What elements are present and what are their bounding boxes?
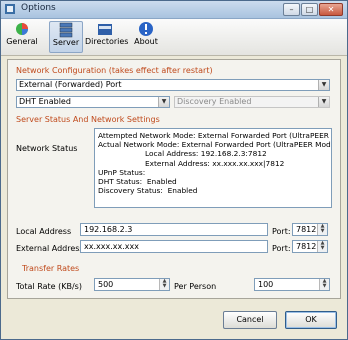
spinner-arrows-icon[interactable]: ▲ ▼	[317, 241, 327, 252]
chevron-down-icon[interactable]: ▼	[158, 97, 169, 107]
maximize-button[interactable]: □	[301, 3, 318, 16]
external-port-value: 7812	[296, 242, 317, 251]
server-icon	[59, 22, 73, 38]
network-config-heading: Network Configuration (takes effect afte…	[16, 66, 213, 75]
total-rate-stepper[interactable]: 500 ▲ ▼	[94, 278, 170, 291]
chevron-down-icon[interactable]: ▼	[318, 80, 329, 90]
external-address-input[interactable]: xx.xxx.xx.xxx	[80, 240, 268, 253]
network-mode-value: External (Forwarded) Port	[19, 80, 122, 89]
spinner-arrows-icon[interactable]: ▲ ▼	[159, 279, 169, 290]
local-port-label: Port:	[272, 227, 291, 236]
directories-icon	[98, 24, 112, 35]
external-port-stepper[interactable]: 7812 ▲ ▼	[292, 240, 328, 253]
network-mode-select[interactable]: External (Forwarded) Port ▼	[16, 79, 330, 91]
general-icon	[16, 23, 28, 35]
toolbar: General Server Directories About	[1, 19, 347, 56]
tab-directories-label: Directories	[85, 37, 129, 46]
network-status-box: Attempted Network Mode: External Forward…	[94, 128, 332, 208]
discovery-select: Discovery Enabled ▼	[174, 96, 330, 108]
network-status-label: Network Status	[16, 144, 78, 153]
tab-general-label: General	[6, 37, 38, 46]
title-bar[interactable]: Options – □ ✕	[1, 1, 347, 19]
app-icon	[5, 4, 15, 14]
tab-server-label: Server	[52, 38, 80, 47]
per-person-value: 100	[258, 280, 274, 289]
dht-value: DHT Enabled	[19, 97, 71, 106]
about-icon	[139, 22, 153, 36]
local-port-stepper[interactable]: 7812 ▲ ▼	[292, 223, 328, 236]
dht-select[interactable]: DHT Enabled ▼	[16, 96, 170, 108]
ok-button[interactable]: OK	[285, 311, 337, 329]
total-rate-value: 500	[98, 280, 114, 289]
external-port-label: Port:	[272, 244, 291, 253]
close-button[interactable]: ✕	[319, 3, 343, 16]
transfer-rates-heading: Transfer Rates	[22, 264, 80, 273]
local-address-label: Local Address	[16, 227, 72, 236]
minimize-button[interactable]: –	[283, 3, 300, 16]
tab-general[interactable]: General	[5, 21, 39, 53]
tab-about[interactable]: About	[129, 21, 163, 53]
settings-panel: Network Configuration (takes effect afte…	[7, 59, 341, 299]
spinner-arrows-icon[interactable]: ▲ ▼	[319, 279, 329, 290]
per-person-label: Per Person	[174, 282, 217, 291]
options-window: Options – □ ✕ General Server Directories…	[0, 0, 348, 340]
tab-about-label: About	[134, 37, 158, 46]
tab-server[interactable]: Server	[49, 21, 83, 53]
external-address-label: External Address	[16, 244, 84, 253]
spinner-arrows-icon[interactable]: ▲ ▼	[317, 224, 327, 235]
tab-directories[interactable]: Directories	[85, 21, 129, 53]
server-status-heading: Server Status And Network Settings	[16, 115, 160, 124]
cancel-button[interactable]: Cancel	[223, 311, 277, 329]
local-address-input[interactable]: 192.168.2.3	[80, 223, 268, 236]
total-rate-label: Total Rate (KB/s)	[16, 282, 82, 291]
per-person-stepper[interactable]: 100 ▲ ▼	[254, 278, 330, 291]
window-title: Options	[21, 3, 56, 13]
chevron-down-icon: ▼	[318, 97, 329, 107]
discovery-value: Discovery Enabled	[177, 97, 252, 106]
local-port-value: 7812	[296, 225, 317, 234]
